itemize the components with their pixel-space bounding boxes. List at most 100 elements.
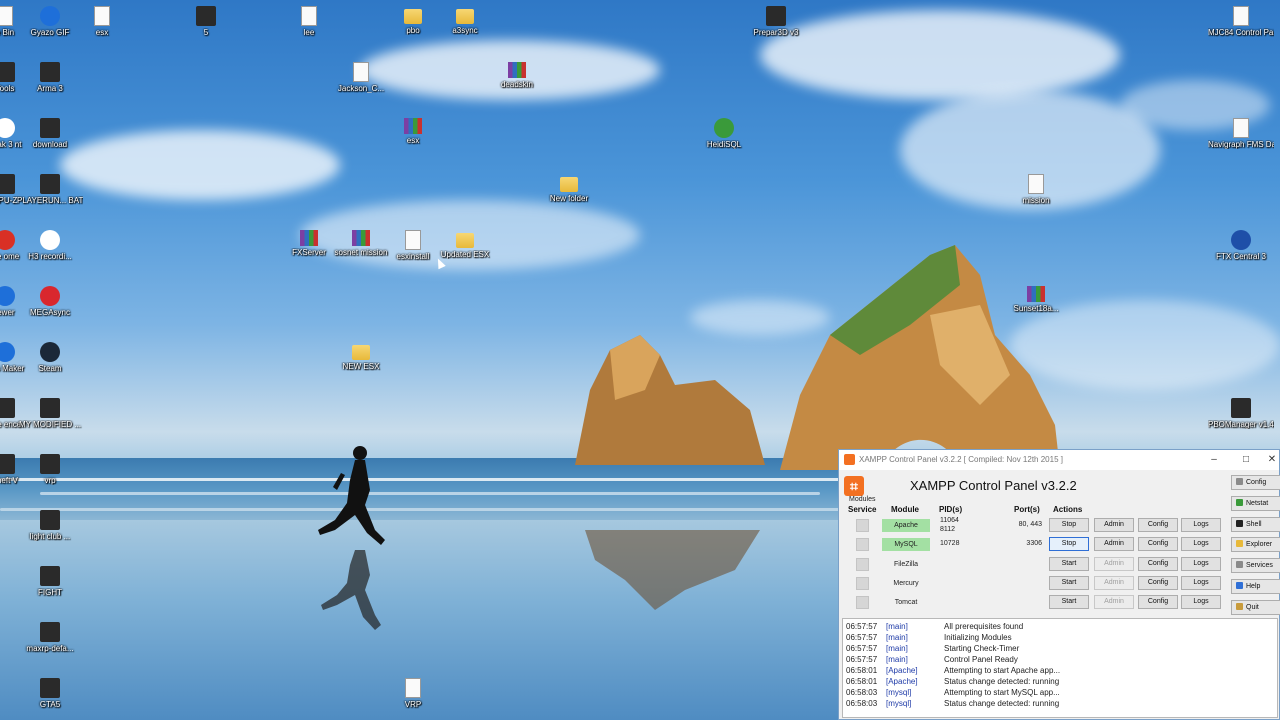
log-time: 06:57:57 [846, 644, 878, 653]
module-port: 3306 [1026, 540, 1042, 548]
column-port: Port(s) [1014, 505, 1040, 514]
quit-button[interactable]: Quit [1231, 599, 1280, 615]
stop-button[interactable]: Stop [1049, 518, 1089, 532]
config-button[interactable]: Config [1231, 475, 1280, 490]
desktop-icon[interactable]: light club ... [17, 510, 83, 541]
module-row-tomcat: Tomcat Start Admin Config Logs [839, 593, 1234, 612]
shell-button[interactable]: Shell [1231, 516, 1280, 532]
desktop-icon[interactable]: Navigraph FMS Dat... [1208, 118, 1274, 149]
column-pid: PID(s) [939, 505, 963, 514]
service-checkbox[interactable] [856, 557, 869, 571]
desktop-icon[interactable]: HeidiSQL [691, 118, 757, 149]
stop-button[interactable]: Stop [1049, 537, 1089, 552]
logs-button[interactable]: Logs [1181, 595, 1221, 610]
desktop-icon[interactable]: Sunset18a... [1003, 286, 1069, 313]
desktop-icon[interactable]: a3sync [432, 6, 498, 35]
desktop-icon[interactable]: H3 recordi... [17, 230, 83, 261]
log-message: Starting Check-Timer [944, 644, 1020, 653]
folder-icon [456, 9, 474, 24]
config-button[interactable]: Config [1138, 575, 1178, 590]
start-button[interactable]: Start [1049, 556, 1089, 571]
desktop-icon-label: H3 recordi... [28, 252, 72, 261]
wave [0, 478, 900, 481]
desktop-icon[interactable]: NEW ESX [328, 342, 394, 371]
service-checkbox[interactable] [856, 596, 869, 610]
minimize-icon[interactable]: – [1201, 452, 1227, 468]
admin-button[interactable]: Admin [1094, 575, 1134, 590]
logs-button[interactable]: Logs [1181, 556, 1221, 571]
dark-icon [40, 510, 60, 530]
desktop-icon[interactable]: New folder [536, 174, 602, 203]
desktop-icon[interactable]: maxrp-defa... [17, 622, 83, 653]
desktop-icon[interactable]: Updated ESX [432, 230, 498, 259]
module-pid: 10728 [940, 539, 959, 548]
config-button[interactable]: Config [1138, 556, 1178, 571]
file-icon [405, 678, 421, 698]
services-button[interactable]: Services [1231, 558, 1280, 574]
close-icon[interactable]: ✕ [1259, 452, 1280, 468]
start-button[interactable]: Start [1049, 595, 1089, 610]
admin-button[interactable]: Admin [1094, 518, 1134, 532]
maximize-icon[interactable]: □ [1233, 452, 1259, 468]
config-button[interactable]: Config [1138, 518, 1178, 532]
log-module: [main] [886, 633, 908, 642]
desktop-icon[interactable]: lee [276, 6, 342, 37]
desktop-icon-label: HeidiSQL [706, 140, 742, 149]
desktop-icon[interactable]: MY MODIFIED ... [17, 398, 83, 429]
service-checkbox[interactable] [856, 576, 869, 590]
desktop-icon[interactable]: FTX Central 3 [1208, 230, 1274, 261]
desktop-icon[interactable]: Steam [17, 342, 83, 373]
desktop-icon[interactable]: GTA5 [17, 678, 83, 709]
dark-icon [40, 62, 60, 82]
start-button[interactable]: Start [1049, 575, 1089, 590]
help-button[interactable]: Help [1231, 579, 1280, 594]
desktop-icon[interactable]: VRP [380, 678, 446, 709]
config-button[interactable]: Config [1138, 537, 1178, 552]
desktop-icon[interactable]: Arma 3 [17, 62, 83, 93]
file-icon [1233, 118, 1249, 138]
desktop-icon[interactable]: FIGHT [17, 566, 83, 597]
desktop-icon[interactable]: PBOManager v1.4 beta [1208, 398, 1274, 429]
desktop-icon[interactable]: vrp [17, 454, 83, 485]
admin-button[interactable]: Admin [1094, 595, 1134, 610]
log-message: All prerequisites found [944, 622, 1024, 631]
config-button[interactable]: Config [1138, 595, 1178, 610]
desktop-icon[interactable]: Jackson_C... [328, 62, 394, 93]
explorer-button[interactable]: Explorer [1231, 537, 1280, 553]
dark-icon [40, 398, 60, 418]
desktop-icon[interactable]: MJC84 Control Panel [1208, 6, 1274, 37]
log-module: [main] [886, 655, 908, 664]
file-icon [405, 230, 421, 250]
desktop-icon[interactable]: mission [1003, 174, 1069, 205]
pid-line: 11064 [940, 517, 959, 524]
desktop-icon[interactable]: download [17, 118, 83, 149]
round-icon [40, 230, 60, 250]
desktop-icon[interactable]: 5 [173, 6, 239, 37]
logs-button[interactable]: Logs [1181, 537, 1221, 552]
module-row-mercury: Mercury Start Admin Config Logs [839, 574, 1234, 593]
admin-button[interactable]: Admin [1094, 556, 1134, 571]
module-name: Apache [882, 519, 930, 532]
netstat-button[interactable]: Netstat [1231, 495, 1280, 511]
desktop-icon[interactable]: esx [69, 6, 135, 37]
window-titlebar[interactable]: XAMPP Control Panel v3.2.2 [ Compiled: N… [839, 450, 1279, 470]
service-checkbox[interactable] [856, 538, 869, 552]
desktop-icon-label: vrp [44, 476, 56, 485]
desktop-icon[interactable]: MEGAsync [17, 286, 83, 317]
desktop-icon[interactable]: deadskin [484, 62, 550, 89]
desktop-icon[interactable]: esx [380, 118, 446, 145]
log-panel[interactable]: 06:57:57 [main] All prerequisites found 06:… [842, 618, 1278, 718]
cloud [760, 10, 1120, 100]
pid-line: 10728 [940, 540, 960, 548]
round-icon [40, 6, 60, 26]
log-time: 06:58:01 [846, 666, 878, 675]
logs-button[interactable]: Logs [1181, 575, 1221, 590]
admin-button[interactable]: Admin [1094, 537, 1134, 552]
desktop-icon[interactable]: Prepar3D v3 [743, 6, 809, 37]
service-checkbox[interactable] [856, 519, 869, 532]
desktop-icon[interactable]: PLAYERUN... BATTLEGR... [17, 174, 83, 205]
desktop-icon-label: Steam [38, 364, 62, 373]
module-pid: 11064 8112 [940, 516, 959, 534]
log-message: Status change detected: running [944, 699, 1060, 708]
logs-button[interactable]: Logs [1181, 518, 1221, 532]
